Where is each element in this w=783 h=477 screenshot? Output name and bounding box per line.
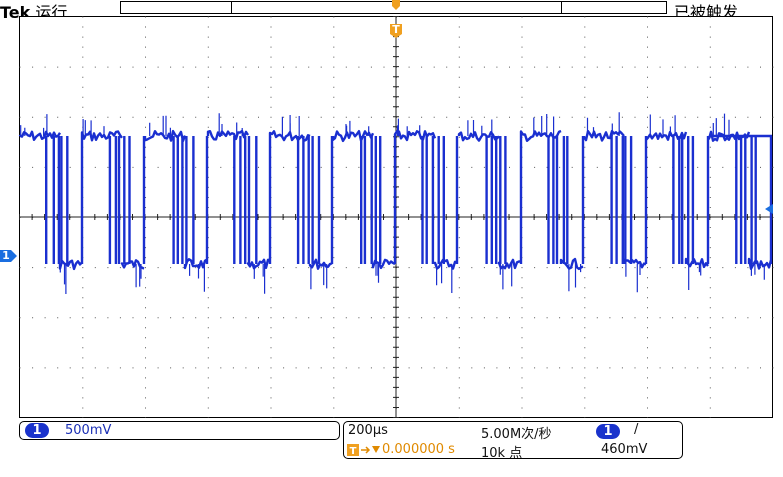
channel-marker-label: 1 (2, 249, 10, 262)
timebase-trigger-readout[interactable]: 200μs 5.00M次/秒 1 / T 0.000000 s 10k 点 46… (343, 421, 683, 461)
timebase-scale: 200μs (348, 423, 388, 438)
channel-1-ground-marker[interactable]: 1 (0, 249, 18, 263)
record-length: 10k 点 (481, 446, 523, 461)
channel-1-readout[interactable]: 1 500mV (19, 421, 340, 440)
svg-text:T: T (350, 446, 357, 457)
trigger-marker-label: T (392, 23, 400, 36)
channel-1-badge: 1 (25, 423, 49, 438)
trigger-point-marker[interactable]: T (389, 23, 403, 39)
trigger-level: 460mV (601, 442, 648, 457)
trigger-source-badge: 1 (596, 424, 620, 439)
waveform-display[interactable] (18, 16, 774, 418)
channel-1-scale: 500mV (65, 423, 112, 438)
sample-rate: 5.00M次/秒 (481, 427, 552, 442)
trigger-offset-icon: T (347, 444, 380, 457)
trigger-offset: 0.000000 s (382, 442, 455, 457)
trigger-slope-icon: / (634, 422, 639, 437)
